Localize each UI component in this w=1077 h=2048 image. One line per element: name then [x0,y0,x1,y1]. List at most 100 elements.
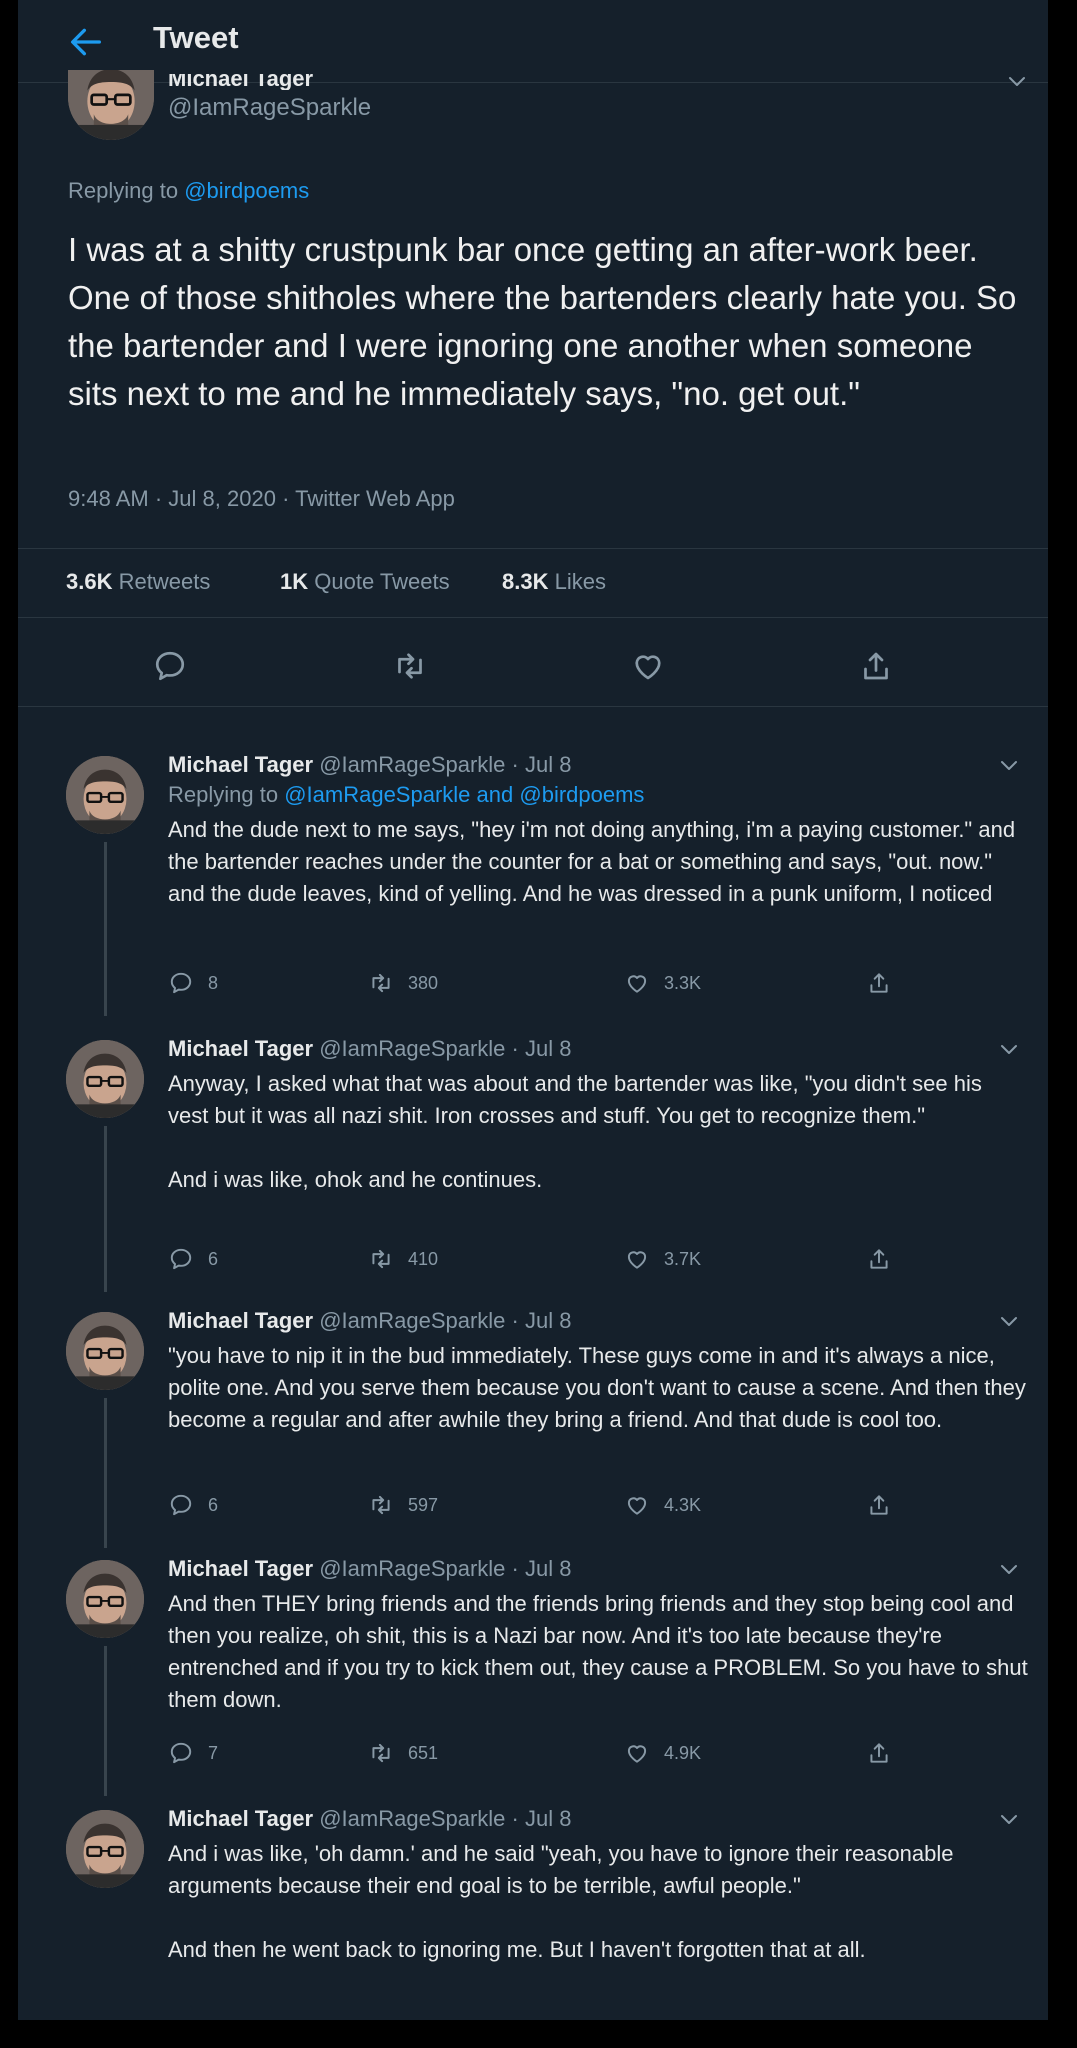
likes-stat[interactable]: 8.3K Likes [502,569,606,595]
chevron-down-icon[interactable] [1000,1564,1018,1576]
like-icon [624,1740,650,1766]
reply-count: 8 [208,973,219,993]
tweet-actions [18,624,1048,707]
like-icon[interactable] [630,648,666,684]
chevron-down-icon[interactable] [1000,760,1018,772]
tweet-date[interactable]: Jul 8 [525,1556,571,1581]
replying-and: and [476,782,514,807]
tweet-date[interactable]: Jul 8 [525,752,571,777]
likes-label: Likes [554,569,606,594]
reply-icon [168,970,194,996]
tweet-date[interactable]: Jul 8, 2020 [168,486,276,511]
author-handle[interactable]: @IamRageSparkle [319,752,505,777]
quotes-count: 1K [280,569,309,594]
reply-count: 6 [208,1249,219,1269]
chevron-down-icon[interactable] [1000,1814,1018,1826]
retweet-count: 380 [408,973,439,993]
reply-header: Michael Tager @IamRageSparkle · Jul 8 [168,1308,571,1334]
author-handle[interactable]: @IamRageSparkle [168,94,371,122]
tweet-source[interactable]: Twitter Web App [295,486,455,511]
author-name[interactable]: Michael Tager [168,752,313,777]
author-handle[interactable]: @IamRageSparkle [319,1806,505,1831]
tweet-meta: 9:48 AM · Jul 8, 2020 · Twitter Web App [68,486,455,512]
retweet-icon [368,1492,394,1518]
like-icon [624,1492,650,1518]
tweet-page: Tweet Michael Tager @IamRageSparkle Repl… [18,0,1048,2020]
chevron-down-icon[interactable] [1000,1316,1018,1328]
main-tweet-author[interactable]: Michael Tager @IamRageSparkle [168,74,371,122]
reply-tweet[interactable]: Michael Tager @IamRageSparkle · Jul 8 An… [18,1800,1048,2020]
meta-separator: · [511,1036,519,1061]
tweet-text: And then THEY bring friends and the frie… [168,1591,1034,1712]
tweet-text: Anyway, I asked what that was about and … [168,1071,982,1192]
retweets-label: Retweets [118,569,211,594]
retweets-count: 3.6K [66,569,113,594]
like-count: 3.7K [664,1249,702,1269]
page-title: Tweet [153,20,239,55]
replying-to: Replying to @birdpoems [68,178,309,204]
reply-icon [168,1246,194,1272]
tweet-date[interactable]: Jul 8 [525,1308,571,1333]
tweet-date[interactable]: Jul 8 [525,1036,571,1061]
like-icon [624,1246,650,1272]
reply-icon [168,1492,194,1518]
meta-separator: · [154,486,163,511]
meta-separator: · [511,1806,519,1831]
reply-tweet[interactable]: Michael Tager @IamRageSparkle · Jul 8 An… [18,1550,1048,1796]
avatar[interactable] [66,1312,144,1390]
author-name[interactable]: Michael Tager [168,74,371,90]
quote-tweets-stat[interactable]: 1K Quote Tweets [280,569,450,595]
author-name[interactable]: Michael Tager [168,1308,313,1333]
share-icon [866,1246,892,1272]
author-name[interactable]: Michael Tager [168,1036,313,1061]
share-icon [866,1492,892,1518]
back-arrow-icon[interactable] [66,22,106,62]
share-icon [866,970,892,996]
reply-header: Michael Tager @IamRageSparkle · Jul 8 [168,752,571,778]
tweet-date[interactable]: Jul 8 [525,1806,571,1831]
reply-tweet[interactable]: Michael Tager @IamRageSparkle · Jul 8 "y… [18,1302,1048,1548]
avatar[interactable] [66,1810,144,1888]
replying-to: Replying to @IamRageSparkle and @birdpoe… [168,782,644,808]
retweet-icon [368,1246,394,1272]
chevron-down-icon[interactable] [1000,1044,1018,1056]
likes-count: 8.3K [502,569,549,594]
thread-line [104,1646,107,1796]
reply-header: Michael Tager @IamRageSparkle · Jul 8 [168,1556,571,1582]
replying-prefix: Replying to [68,178,179,203]
author-handle[interactable]: @IamRageSparkle [319,1036,505,1061]
tweet-text: And the dude next to me says, "hey i'm n… [168,817,1022,906]
chevron-down-icon[interactable] [1008,76,1026,88]
thread-line [104,1398,107,1548]
author-handle[interactable]: @IamRageSparkle [319,1556,505,1581]
quotes-label: Quote Tweets [314,569,450,594]
reply-icon[interactable] [152,648,188,684]
retweet-icon[interactable] [392,648,428,684]
author-handle[interactable]: @IamRageSparkle [319,1308,505,1333]
avatar[interactable] [66,1040,144,1118]
author-name[interactable]: Michael Tager [168,1556,313,1581]
meta-separator: · [511,1556,519,1581]
meta-separator: · [282,486,290,511]
retweets-stat[interactable]: 3.6K Retweets [66,569,210,595]
reply-tweet[interactable]: Michael Tager @IamRageSparkle · Jul 8 Re… [18,746,1048,1016]
reply-header: Michael Tager @IamRageSparkle · Jul 8 [168,1036,571,1062]
avatar[interactable] [66,1560,144,1638]
mention-link[interactable]: @birdpoems [519,782,644,807]
reply-header: Michael Tager @IamRageSparkle · Jul 8 [168,1806,571,1832]
mention-link[interactable]: @birdpoems [184,178,309,203]
meta-separator: · [511,1308,519,1333]
reply-count: 6 [208,1495,219,1515]
author-name[interactable]: Michael Tager [168,1806,313,1831]
like-count: 4.3K [664,1495,702,1515]
tweet-time[interactable]: 9:48 AM [68,486,149,511]
share-icon[interactable] [858,648,894,684]
reply-tweet[interactable]: Michael Tager @IamRageSparkle · Jul 8 An… [18,1030,1048,1292]
like-icon [624,970,650,996]
mention-link[interactable]: @IamRageSparkle [284,782,470,807]
meta-separator: · [511,752,519,777]
retweet-icon [368,970,394,996]
tweet-stats: 3.6K Retweets 1K Quote Tweets 8.3K Likes [18,548,1048,618]
avatar[interactable] [66,756,144,834]
avatar[interactable] [68,70,154,140]
